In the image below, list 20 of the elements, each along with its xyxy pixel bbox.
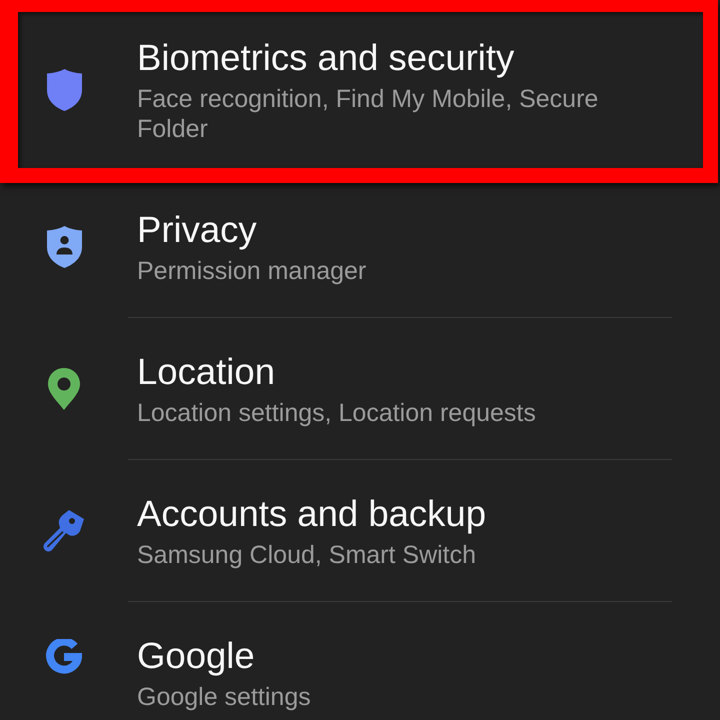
setting-title: Google [137, 635, 256, 677]
key-icon [43, 510, 85, 552]
settings-item[interactable]: Accounts and backup Samsung Cloud, Smart Switch [0, 460, 720, 601]
settings-item[interactable]: Location Location settings, Location requests [0, 318, 720, 459]
setting-title: Location [137, 351, 276, 393]
settings-item[interactable]: Google Google settings [0, 602, 720, 712]
setting-description: Face recognition, Find My Mobile, Secure Folder [137, 84, 600, 144]
setting-title: Accounts and backup [137, 493, 488, 535]
setting-description: Google settings [137, 682, 312, 712]
setting-description: Location settings, Location requests [137, 398, 537, 428]
letter-g-icon [46, 639, 82, 675]
shield-icon [46, 68, 82, 110]
settings-item[interactable]: Biometrics and security Face recognition, Find My Mobile, Secure Folder [0, 4, 720, 175]
setting-title: Privacy [137, 209, 258, 251]
shield-person-icon [46, 226, 82, 268]
setting-description: Samsung Cloud, Smart Switch [137, 540, 478, 570]
setting-title: Biometrics and security [137, 37, 516, 79]
settings-item[interactable]: Privacy Permission manager [0, 176, 720, 317]
setting-description: Permission manager [137, 256, 368, 286]
location-pin-icon [48, 368, 80, 410]
